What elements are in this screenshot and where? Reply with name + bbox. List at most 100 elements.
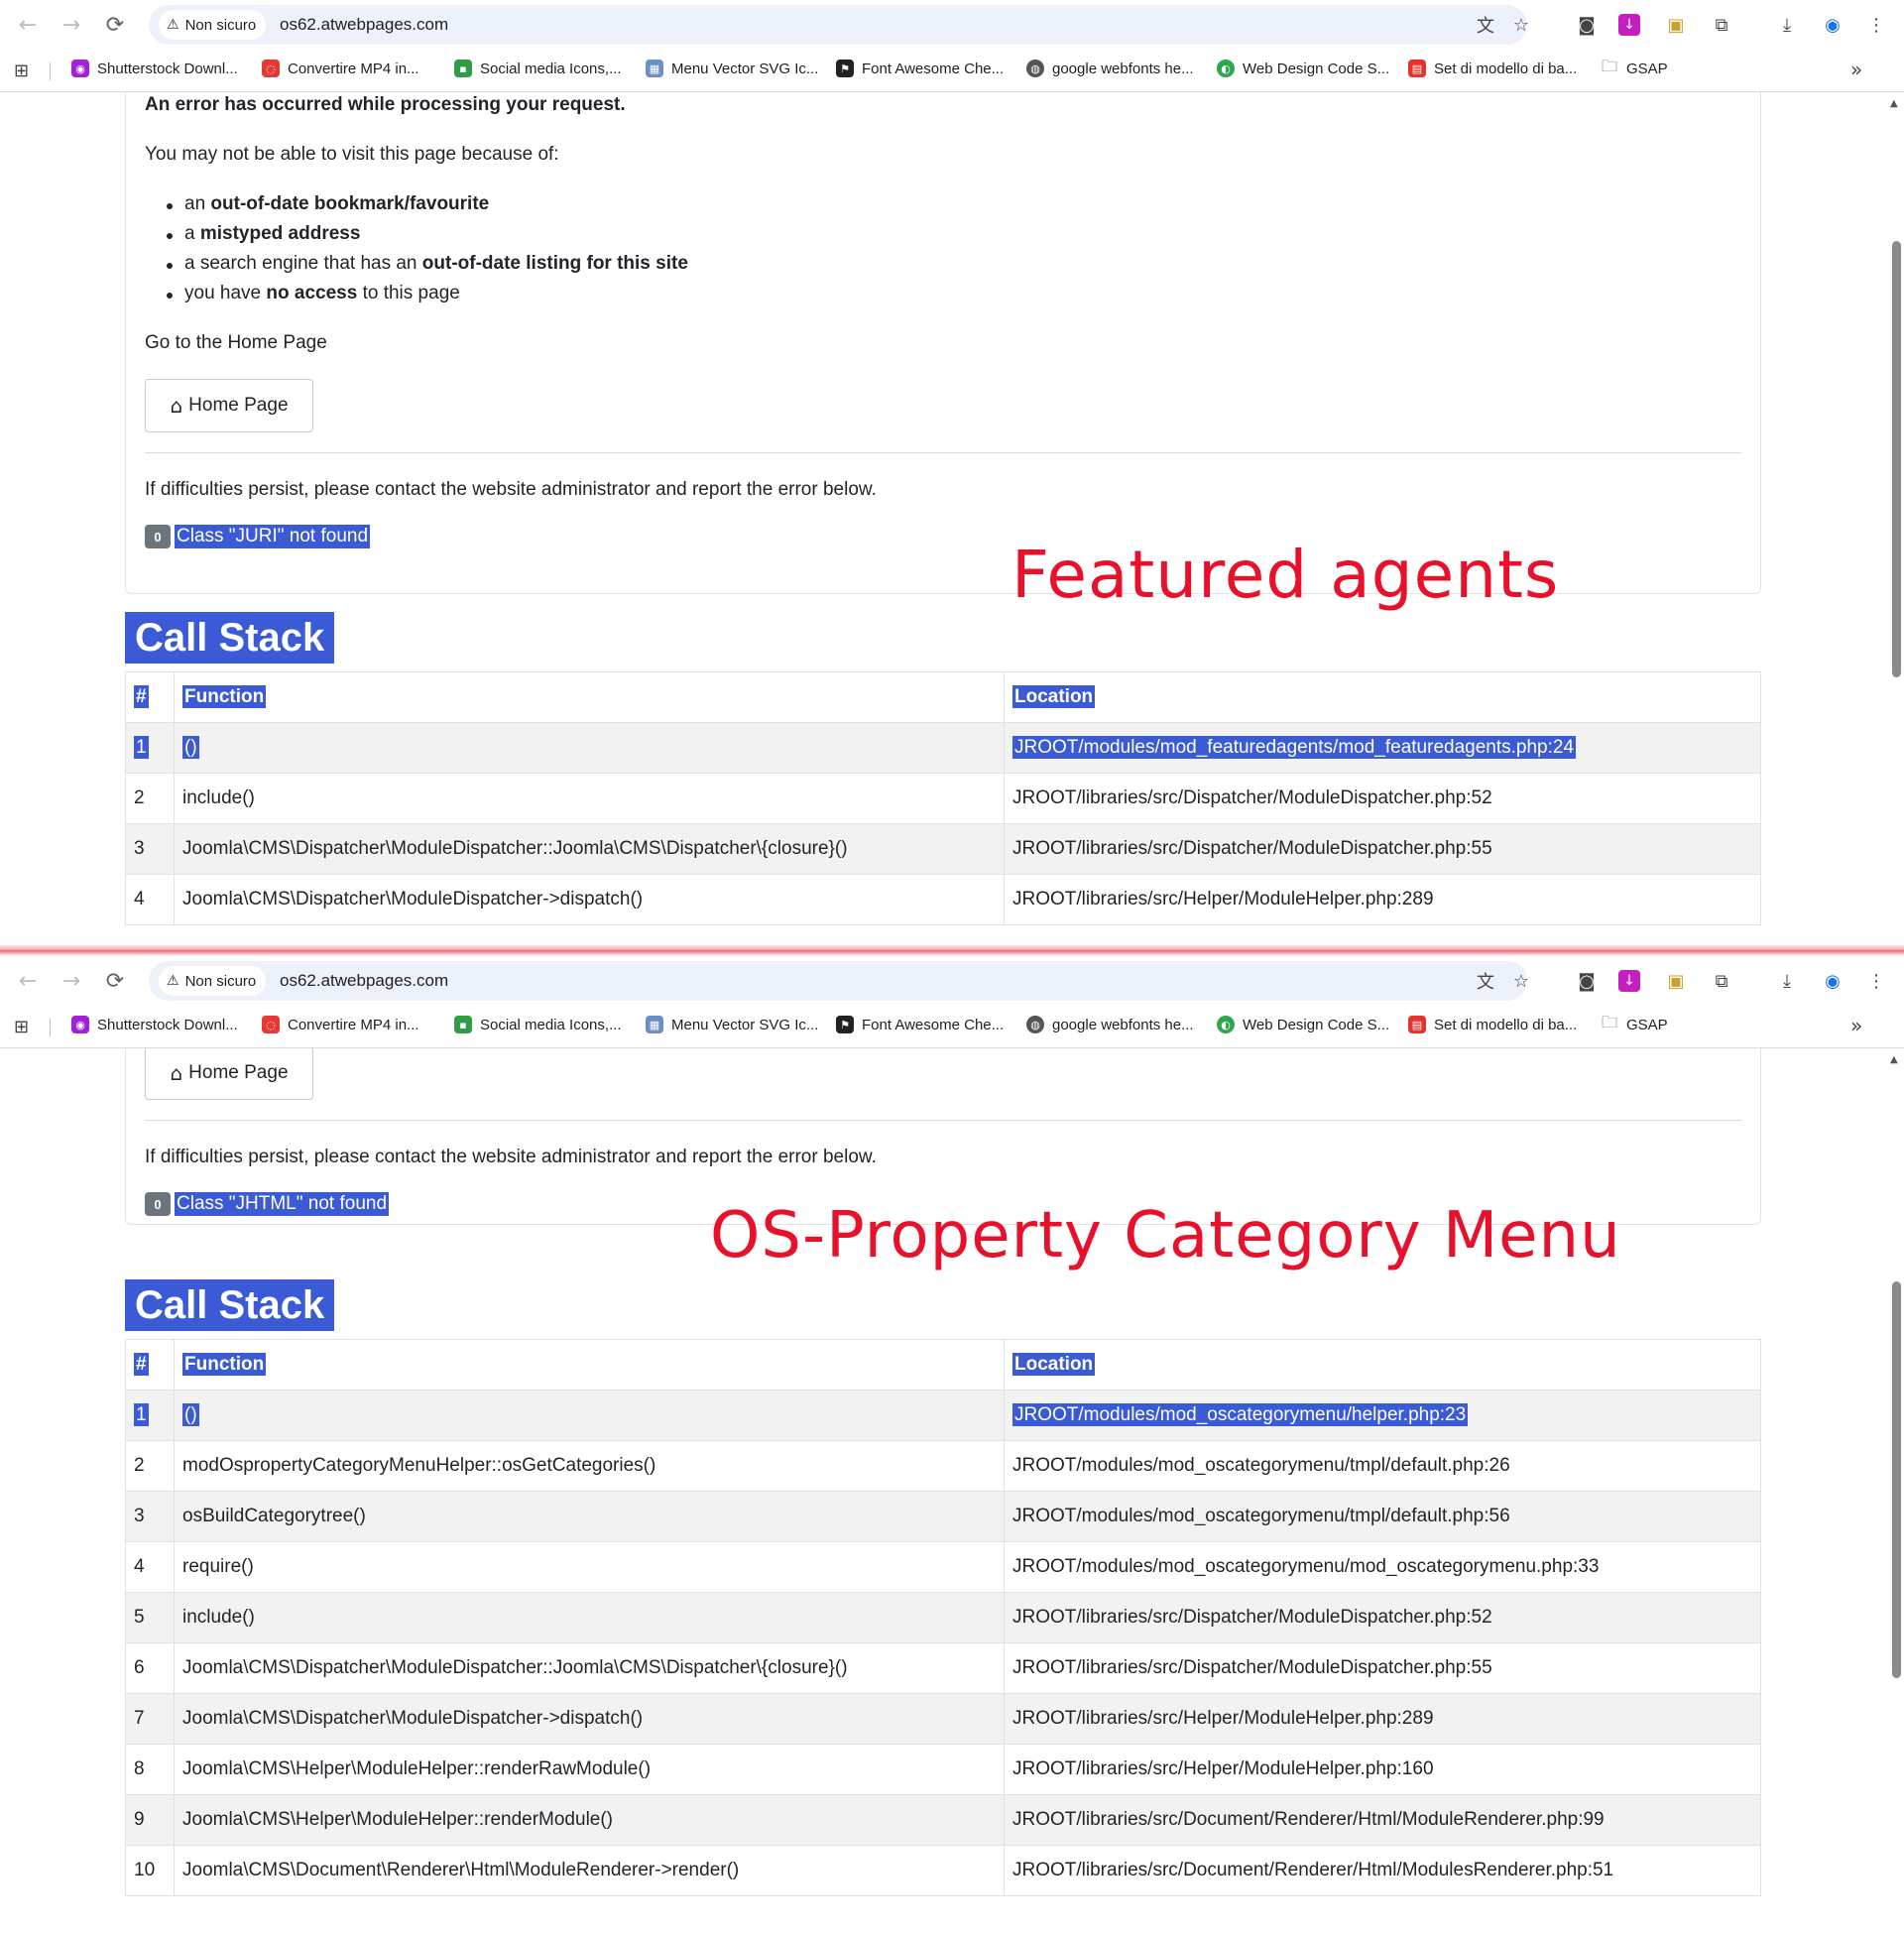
scrollbar-thumb[interactable] bbox=[1892, 241, 1901, 677]
table-cell: JROOT/libraries/src/Dispatcher/ModuleDis… bbox=[1004, 1592, 1761, 1643]
bookmark-item[interactable]: ▤ Set di modello di ba... bbox=[1408, 1016, 1577, 1033]
bookmark-label: Shutterstock Downl... bbox=[97, 60, 238, 77]
forward-icon[interactable]: → bbox=[58, 967, 85, 995]
chevron-double-right-icon[interactable]: » bbox=[1850, 58, 1862, 81]
cell-text: Joomla\CMS\Helper\ModuleHelper::renderRa… bbox=[182, 1758, 652, 1779]
reload-icon[interactable]: ⟳ bbox=[101, 967, 129, 995]
apps-icon[interactable]: ⊞ bbox=[14, 61, 29, 81]
bookmark-item[interactable]: ◍ google webfonts he... bbox=[1026, 1016, 1194, 1033]
table-cell: 9 bbox=[125, 1794, 175, 1846]
chevron-double-right-icon[interactable]: » bbox=[1850, 1014, 1862, 1037]
back-icon[interactable]: ← bbox=[14, 967, 42, 995]
bookmark-item[interactable]: ◌ Convertire MP4 in... bbox=[262, 60, 419, 77]
bookmark-item[interactable]: ▤ Set di modello di ba... bbox=[1408, 60, 1577, 77]
bookmark-item[interactable]: ◍ google webfonts he... bbox=[1026, 60, 1194, 77]
scroll-up-icon[interactable]: ▲ bbox=[1890, 1054, 1898, 1065]
cell-text: 10 bbox=[134, 1860, 156, 1880]
download-extension-icon[interactable]: ↓ bbox=[1618, 14, 1640, 36]
bookmark-favicon-icon: ◍ bbox=[1026, 1016, 1044, 1033]
camera-icon[interactable]: ◙ bbox=[1573, 11, 1601, 39]
bookmark-label: Font Awesome Che... bbox=[862, 1016, 1005, 1033]
profile-icon[interactable]: ◉ bbox=[1819, 11, 1846, 39]
url-text[interactable]: os62.atwebpages.com bbox=[280, 971, 448, 991]
cell-text: 1 bbox=[134, 736, 149, 759]
cell-text: 3 bbox=[134, 1506, 145, 1526]
downloads-icon[interactable]: ⤓ bbox=[1773, 11, 1801, 39]
bookmark-favicon-icon: ▦ bbox=[646, 1016, 663, 1033]
bookmark-label: Shutterstock Downl... bbox=[97, 1016, 238, 1033]
bookmark-favicon-icon: ◍ bbox=[1026, 60, 1044, 77]
extensions-icon[interactable]: ⧉ bbox=[1708, 967, 1735, 995]
image-extension-icon[interactable]: ▣ bbox=[1662, 967, 1690, 995]
table-cell: 3 bbox=[125, 1491, 175, 1542]
bookmark-item[interactable]: ◉ Shutterstock Downl... bbox=[71, 60, 238, 77]
camera-icon[interactable]: ◙ bbox=[1573, 967, 1601, 995]
bookmark-label: Menu Vector SVG Ic... bbox=[671, 60, 819, 77]
scrollbar[interactable]: ▲ bbox=[1888, 1048, 1904, 1937]
star-icon[interactable]: ☆ bbox=[1509, 13, 1533, 37]
bookmark-folder[interactable]: 🗀 GSAP bbox=[1601, 56, 1668, 77]
table-cell: include() bbox=[174, 773, 1005, 824]
bookmark-label: Social media Icons,... bbox=[480, 60, 622, 77]
reload-icon[interactable]: ⟳ bbox=[101, 11, 129, 39]
cell-text: osBuildCategorytree() bbox=[182, 1506, 366, 1526]
translate-icon[interactable]: 文 bbox=[1474, 13, 1497, 37]
scroll-up-icon[interactable]: ▲ bbox=[1890, 98, 1898, 109]
url-text[interactable]: os62.atwebpages.com bbox=[280, 15, 448, 35]
table-cell: Joomla\CMS\Helper\ModuleHelper::renderRa… bbox=[174, 1744, 1005, 1795]
bookmark-item[interactable]: ◉ Shutterstock Downl... bbox=[71, 1016, 238, 1033]
address-bar[interactable]: ⚠ Non sicuro os62.atwebpages.com 文 ☆ bbox=[149, 961, 1529, 1001]
bookmark-item[interactable]: ◌ Convertire MP4 in... bbox=[262, 1016, 419, 1033]
reason-emphasis: out-of-date bookmark/favourite bbox=[210, 193, 490, 214]
bookmark-favicon-icon: ▪ bbox=[454, 60, 472, 77]
translate-icon[interactable]: 文 bbox=[1474, 969, 1497, 993]
table-row: 3 osBuildCategorytree() JROOT/modules/mod_… bbox=[125, 1491, 1761, 1542]
home-icon: ⌂ bbox=[170, 394, 183, 418]
table-cell: Joomla\CMS\Dispatcher\ModuleDispatcher::… bbox=[174, 823, 1005, 875]
bookmark-item[interactable]: ⚑ Font Awesome Che... bbox=[836, 1016, 1004, 1033]
profile-icon[interactable]: ◉ bbox=[1819, 967, 1846, 995]
bookmarks-bar: ⊞ ◉ Shutterstock Downl... ◌ Convertire MP4… bbox=[0, 1006, 1904, 1048]
scrollbar[interactable]: ▲ bbox=[1888, 92, 1904, 944]
downloads-icon[interactable]: ⤓ bbox=[1773, 967, 1801, 995]
security-chip[interactable]: ⚠ Non sicuro bbox=[159, 10, 267, 40]
bookmark-label: Font Awesome Che... bbox=[862, 60, 1005, 77]
cell-text: Joomla\CMS\Helper\ModuleHelper::renderMo… bbox=[182, 1809, 614, 1830]
column-header-label: Location bbox=[1012, 685, 1096, 708]
bookmark-item[interactable]: ◐ Web Design Code S... bbox=[1217, 1016, 1389, 1033]
table-cell: Joomla\CMS\Document\Renderer\Html\Module… bbox=[174, 1845, 1005, 1896]
bookmark-item[interactable]: ▦ Menu Vector SVG Ic... bbox=[646, 1016, 818, 1033]
address-bar[interactable]: ⚠ Non sicuro os62.atwebpages.com 文 ☆ bbox=[149, 5, 1529, 45]
bookmark-folder[interactable]: 🗀 GSAP bbox=[1601, 1013, 1668, 1033]
forward-icon[interactable]: → bbox=[58, 11, 85, 39]
home-page-button[interactable]: ⌂ Home Page bbox=[145, 379, 313, 432]
scrollbar-thumb[interactable] bbox=[1892, 1281, 1901, 1678]
bookmark-item[interactable]: ⚑ Font Awesome Che... bbox=[836, 60, 1004, 77]
reason-emphasis: out-of-date listing for this site bbox=[421, 253, 688, 274]
column-header: Location bbox=[1004, 671, 1761, 723]
apps-icon[interactable]: ⊞ bbox=[14, 1017, 29, 1037]
table-cell: Joomla\CMS\Helper\ModuleHelper::renderMo… bbox=[174, 1794, 1005, 1846]
home-page-button[interactable]: ⌂ Home Page bbox=[145, 1048, 313, 1100]
cell-text: include() bbox=[182, 1607, 255, 1628]
folder-icon: 🗀 bbox=[1601, 56, 1617, 75]
star-icon[interactable]: ☆ bbox=[1509, 969, 1533, 993]
cell-text: JROOT/libraries/src/Document/Renderer/Ht… bbox=[1012, 1860, 1614, 1880]
menu-icon[interactable]: ⋮ bbox=[1862, 11, 1890, 39]
image-extension-icon[interactable]: ▣ bbox=[1662, 11, 1690, 39]
bookmark-item[interactable]: ▪ Social media Icons,... bbox=[454, 1016, 622, 1033]
security-chip[interactable]: ⚠ Non sicuro bbox=[159, 966, 267, 996]
table-cell: JROOT/libraries/src/Helper/ModuleHelper.… bbox=[1004, 1693, 1761, 1745]
bookmark-item[interactable]: ▪ Social media Icons,... bbox=[454, 60, 622, 77]
table-cell: modOspropertyCategoryMenuHelper::osGetCa… bbox=[174, 1440, 1005, 1492]
table-cell: require() bbox=[174, 1541, 1005, 1593]
cell-text: JROOT/libraries/src/Helper/ModuleHelper.… bbox=[1012, 1758, 1434, 1779]
cell-text: 5 bbox=[134, 1607, 145, 1628]
bookmark-item[interactable]: ◐ Web Design Code S... bbox=[1217, 60, 1389, 77]
cell-text: Joomla\CMS\Dispatcher\ModuleDispatcher::… bbox=[182, 838, 848, 859]
menu-icon[interactable]: ⋮ bbox=[1862, 967, 1890, 995]
bookmark-item[interactable]: ▦ Menu Vector SVG Ic... bbox=[646, 60, 818, 77]
extensions-icon[interactable]: ⧉ bbox=[1708, 11, 1735, 39]
back-icon[interactable]: ← bbox=[14, 11, 42, 39]
download-extension-icon[interactable]: ↓ bbox=[1618, 970, 1640, 992]
